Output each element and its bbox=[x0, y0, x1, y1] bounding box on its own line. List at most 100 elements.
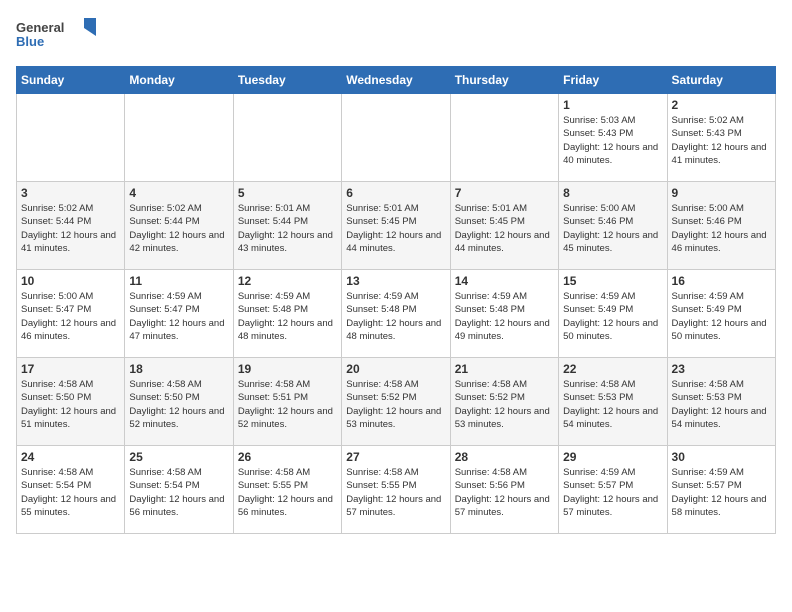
day-number: 25 bbox=[129, 450, 228, 464]
calendar-cell: 5 Sunrise: 5:01 AMSunset: 5:44 PMDaylight… bbox=[233, 182, 341, 270]
calendar-cell: 1Sunrise: 5:03 AMSunset: 5:43 PMDaylight… bbox=[559, 94, 667, 182]
logo: General Blue bbox=[16, 16, 96, 54]
calendar-cell: 29 Sunrise: 4:59 AMSunset: 5:57 PMDayligh… bbox=[559, 446, 667, 534]
calendar-cell: 20 Sunrise: 4:58 AMSunset: 5:52 PMDayligh… bbox=[342, 358, 450, 446]
day-number: 5 bbox=[238, 186, 337, 200]
day-info: Sunrise: 4:58 AMSunset: 5:55 PMDaylight:… bbox=[238, 466, 337, 519]
calendar-cell: 9 Sunrise: 5:00 AMSunset: 5:46 PMDaylight… bbox=[667, 182, 775, 270]
day-info: Sunrise: 4:58 AMSunset: 5:52 PMDaylight:… bbox=[346, 378, 445, 431]
calendar-cell: 15 Sunrise: 4:59 AMSunset: 5:49 PMDayligh… bbox=[559, 270, 667, 358]
day-number: 26 bbox=[238, 450, 337, 464]
weekday-header-row: SundayMondayTuesdayWednesdayThursdayFrid… bbox=[17, 67, 776, 94]
calendar-cell bbox=[17, 94, 125, 182]
day-number: 8 bbox=[563, 186, 662, 200]
day-info: Sunrise: 4:58 AMSunset: 5:56 PMDaylight:… bbox=[455, 466, 554, 519]
calendar-cell: 14 Sunrise: 4:59 AMSunset: 5:48 PMDayligh… bbox=[450, 270, 558, 358]
day-info: Sunrise: 5:00 AMSunset: 5:46 PMDaylight:… bbox=[672, 202, 771, 255]
calendar-cell: 4Sunrise: 5:02 AMSunset: 5:44 PMDaylight… bbox=[125, 182, 233, 270]
day-number: 24 bbox=[21, 450, 120, 464]
week-row-3: 10 Sunrise: 5:00 AMSunset: 5:47 PMDayligh… bbox=[17, 270, 776, 358]
day-info: Sunrise: 4:59 AMSunset: 5:48 PMDaylight:… bbox=[346, 290, 445, 343]
calendar-cell: 28 Sunrise: 4:58 AMSunset: 5:56 PMDayligh… bbox=[450, 446, 558, 534]
week-row-4: 17 Sunrise: 4:58 AMSunset: 5:50 PMDayligh… bbox=[17, 358, 776, 446]
day-number: 17 bbox=[21, 362, 120, 376]
day-number: 16 bbox=[672, 274, 771, 288]
day-info: Sunrise: 5:01 AMSunset: 5:45 PMDaylight:… bbox=[346, 202, 445, 255]
day-number: 23 bbox=[672, 362, 771, 376]
calendar-cell: 2 Sunrise: 5:02 AMSunset: 5:43 PMDaylight… bbox=[667, 94, 775, 182]
day-number: 6 bbox=[346, 186, 445, 200]
weekday-header-monday: Monday bbox=[125, 67, 233, 94]
calendar-cell bbox=[450, 94, 558, 182]
day-number: 7 bbox=[455, 186, 554, 200]
day-number: 10 bbox=[21, 274, 120, 288]
day-number: 21 bbox=[455, 362, 554, 376]
day-info: Sunrise: 4:58 AMSunset: 5:54 PMDaylight:… bbox=[129, 466, 228, 519]
day-number: 28 bbox=[455, 450, 554, 464]
day-info: Sunrise: 4:58 AMSunset: 5:54 PMDaylight:… bbox=[21, 466, 120, 519]
calendar-cell bbox=[342, 94, 450, 182]
day-info: Sunrise: 5:01 AMSunset: 5:45 PMDaylight:… bbox=[455, 202, 554, 255]
svg-text:General: General bbox=[16, 20, 64, 35]
week-row-2: 3Sunrise: 5:02 AMSunset: 5:44 PMDaylight… bbox=[17, 182, 776, 270]
calendar-cell: 18 Sunrise: 4:58 AMSunset: 5:50 PMDayligh… bbox=[125, 358, 233, 446]
calendar-cell: 3Sunrise: 5:02 AMSunset: 5:44 PMDaylight… bbox=[17, 182, 125, 270]
calendar-cell bbox=[233, 94, 341, 182]
day-info: Sunrise: 5:00 AMSunset: 5:47 PMDaylight:… bbox=[21, 290, 120, 343]
day-info: Sunrise: 4:58 AMSunset: 5:51 PMDaylight:… bbox=[238, 378, 337, 431]
day-number: 29 bbox=[563, 450, 662, 464]
day-number: 1 bbox=[563, 98, 662, 112]
day-number: 14 bbox=[455, 274, 554, 288]
day-info: Sunrise: 4:59 AMSunset: 5:49 PMDaylight:… bbox=[563, 290, 662, 343]
day-info: Sunrise: 4:58 AMSunset: 5:53 PMDaylight:… bbox=[563, 378, 662, 431]
logo-svg: General Blue bbox=[16, 16, 96, 54]
day-number: 18 bbox=[129, 362, 228, 376]
day-number: 9 bbox=[672, 186, 771, 200]
weekday-header-sunday: Sunday bbox=[17, 67, 125, 94]
calendar-cell: 19 Sunrise: 4:58 AMSunset: 5:51 PMDayligh… bbox=[233, 358, 341, 446]
day-number: 20 bbox=[346, 362, 445, 376]
calendar-cell: 10 Sunrise: 5:00 AMSunset: 5:47 PMDayligh… bbox=[17, 270, 125, 358]
day-info: Sunrise: 5:02 AMSunset: 5:43 PMDaylight:… bbox=[672, 114, 771, 167]
calendar-cell: 7 Sunrise: 5:01 AMSunset: 5:45 PMDaylight… bbox=[450, 182, 558, 270]
day-info: Sunrise: 4:58 AMSunset: 5:50 PMDaylight:… bbox=[129, 378, 228, 431]
day-info: Sunrise: 4:58 AMSunset: 5:50 PMDaylight:… bbox=[21, 378, 120, 431]
day-number: 30 bbox=[672, 450, 771, 464]
day-number: 22 bbox=[563, 362, 662, 376]
calendar-cell: 11Sunrise: 4:59 AMSunset: 5:47 PMDayligh… bbox=[125, 270, 233, 358]
day-number: 2 bbox=[672, 98, 771, 112]
calendar: SundayMondayTuesdayWednesdayThursdayFrid… bbox=[16, 66, 776, 534]
day-info: Sunrise: 4:59 AMSunset: 5:48 PMDaylight:… bbox=[238, 290, 337, 343]
weekday-header-wednesday: Wednesday bbox=[342, 67, 450, 94]
day-number: 3 bbox=[21, 186, 120, 200]
day-info: Sunrise: 4:59 AMSunset: 5:57 PMDaylight:… bbox=[672, 466, 771, 519]
day-number: 19 bbox=[238, 362, 337, 376]
calendar-cell: 6 Sunrise: 5:01 AMSunset: 5:45 PMDaylight… bbox=[342, 182, 450, 270]
weekday-header-friday: Friday bbox=[559, 67, 667, 94]
day-info: Sunrise: 5:01 AMSunset: 5:44 PMDaylight:… bbox=[238, 202, 337, 255]
calendar-cell: 22 Sunrise: 4:58 AMSunset: 5:53 PMDayligh… bbox=[559, 358, 667, 446]
calendar-cell: 21Sunrise: 4:58 AMSunset: 5:52 PMDayligh… bbox=[450, 358, 558, 446]
page-header: General Blue bbox=[16, 16, 776, 54]
day-info: Sunrise: 4:59 AMSunset: 5:48 PMDaylight:… bbox=[455, 290, 554, 343]
weekday-header-saturday: Saturday bbox=[667, 67, 775, 94]
day-info: Sunrise: 5:00 AMSunset: 5:46 PMDaylight:… bbox=[563, 202, 662, 255]
week-row-1: 1Sunrise: 5:03 AMSunset: 5:43 PMDaylight… bbox=[17, 94, 776, 182]
day-info: Sunrise: 4:59 AMSunset: 5:47 PMDaylight:… bbox=[129, 290, 228, 343]
day-info: Sunrise: 4:59 AMSunset: 5:57 PMDaylight:… bbox=[563, 466, 662, 519]
day-number: 15 bbox=[563, 274, 662, 288]
calendar-cell: 23Sunrise: 4:58 AMSunset: 5:53 PMDayligh… bbox=[667, 358, 775, 446]
calendar-cell: 24 Sunrise: 4:58 AMSunset: 5:54 PMDayligh… bbox=[17, 446, 125, 534]
weekday-header-tuesday: Tuesday bbox=[233, 67, 341, 94]
calendar-cell: 26 Sunrise: 4:58 AMSunset: 5:55 PMDayligh… bbox=[233, 446, 341, 534]
calendar-cell: 13Sunrise: 4:59 AMSunset: 5:48 PMDayligh… bbox=[342, 270, 450, 358]
calendar-cell: 30 Sunrise: 4:59 AMSunset: 5:57 PMDayligh… bbox=[667, 446, 775, 534]
calendar-cell: 27Sunrise: 4:58 AMSunset: 5:55 PMDayligh… bbox=[342, 446, 450, 534]
calendar-cell bbox=[125, 94, 233, 182]
week-row-5: 24 Sunrise: 4:58 AMSunset: 5:54 PMDayligh… bbox=[17, 446, 776, 534]
calendar-cell: 16Sunrise: 4:59 AMSunset: 5:49 PMDayligh… bbox=[667, 270, 775, 358]
calendar-cell: 8 Sunrise: 5:00 AMSunset: 5:46 PMDaylight… bbox=[559, 182, 667, 270]
calendar-cell: 12 Sunrise: 4:59 AMSunset: 5:48 PMDayligh… bbox=[233, 270, 341, 358]
day-number: 12 bbox=[238, 274, 337, 288]
day-info: Sunrise: 4:58 AMSunset: 5:55 PMDaylight:… bbox=[346, 466, 445, 519]
